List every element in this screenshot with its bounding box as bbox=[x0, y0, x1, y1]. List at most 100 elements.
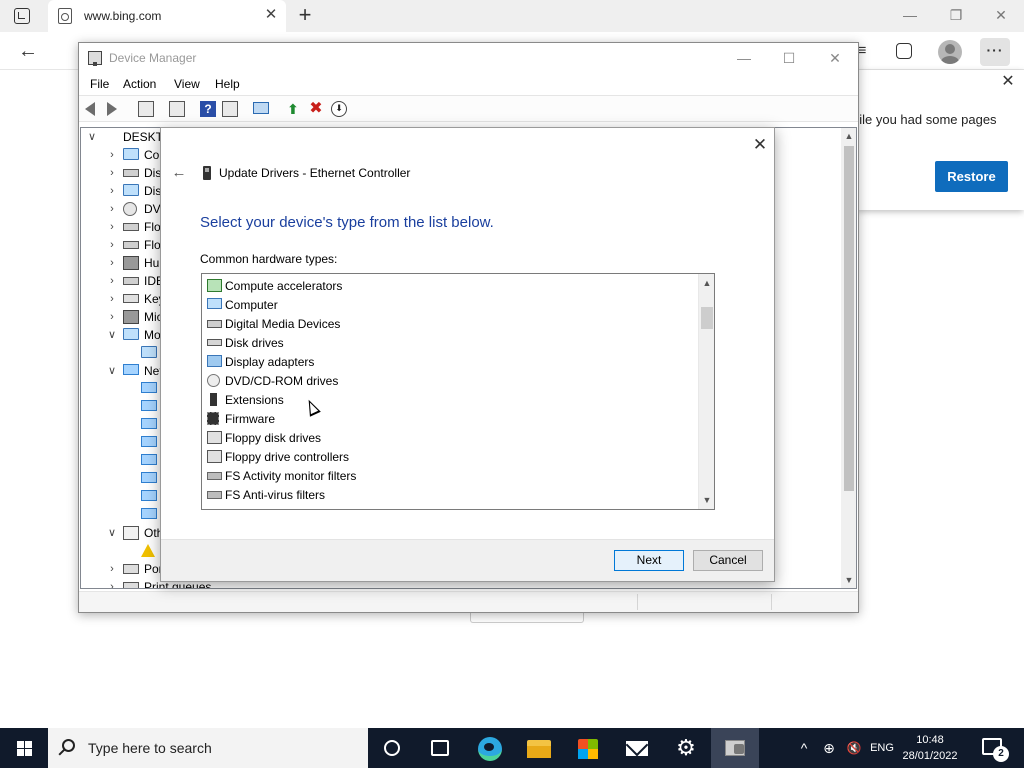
toolbar-scan-hardware-icon[interactable] bbox=[253, 102, 269, 114]
tree-row-label: Mo bbox=[144, 328, 161, 342]
tree-expanded-chevron-icon[interactable]: ∨ bbox=[105, 326, 119, 344]
tree-collapsed-chevron-icon[interactable]: › bbox=[105, 578, 119, 588]
tree-expanded-chevron-icon[interactable]: ∨ bbox=[105, 362, 119, 380]
menu-view[interactable]: View bbox=[174, 77, 200, 91]
volume-muted-icon[interactable]: 🔇 bbox=[843, 728, 865, 768]
tree-collapsed-chevron-icon[interactable]: › bbox=[105, 308, 119, 326]
dvd-icon bbox=[207, 374, 220, 387]
tray-overflow-chevron-icon[interactable]: ^ bbox=[794, 728, 814, 768]
tree-collapsed-chevron-icon[interactable]: › bbox=[105, 236, 119, 254]
hardware-list-scrollbar[interactable]: ▲ ▼ bbox=[698, 274, 714, 509]
hardware-type-item[interactable]: Floppy disk drives bbox=[202, 428, 696, 447]
tree-expanded-chevron-icon[interactable]: ∨ bbox=[105, 524, 119, 542]
tree-collapsed-chevron-icon[interactable]: › bbox=[105, 200, 119, 218]
browser-restore-button[interactable]: ❐ bbox=[944, 4, 968, 26]
tree-scroll-thumb[interactable] bbox=[844, 146, 854, 491]
browser-tab[interactable]: www.bing.com ✕ bbox=[48, 0, 286, 32]
toolbar-show-hide-tree-icon[interactable] bbox=[138, 101, 154, 117]
clock-time: 10:48 bbox=[916, 734, 944, 746]
profile-avatar[interactable] bbox=[938, 40, 962, 64]
toolbar-update-driver-icon[interactable]: ⬆ bbox=[285, 101, 301, 117]
tree-collapsed-chevron-icon[interactable]: › bbox=[105, 164, 119, 182]
menu-file[interactable]: File bbox=[90, 77, 109, 91]
taskbar-store[interactable] bbox=[564, 728, 612, 768]
hardware-type-item[interactable]: Floppy drive controllers bbox=[202, 447, 696, 466]
hardware-type-label: Display adapters bbox=[225, 355, 315, 369]
network-icon[interactable]: ⊕ bbox=[818, 728, 840, 768]
tree-collapsed-chevron-icon[interactable]: › bbox=[105, 146, 119, 164]
hw-scroll-down-icon[interactable]: ▼ bbox=[699, 492, 714, 508]
tree-collapsed-chevron-icon[interactable]: › bbox=[105, 218, 119, 236]
taskbar-mail[interactable] bbox=[613, 728, 661, 768]
hw-scroll-up-icon[interactable]: ▲ bbox=[699, 275, 714, 291]
tree-collapsed-chevron-icon[interactable]: › bbox=[105, 560, 119, 578]
settings-more-button[interactable]: ··· bbox=[980, 38, 1010, 66]
menu-help[interactable]: Help bbox=[215, 77, 240, 91]
hw-scroll-thumb[interactable] bbox=[701, 307, 713, 329]
hardware-type-label: Floppy drive controllers bbox=[225, 450, 350, 464]
tab-actions-icon[interactable] bbox=[14, 8, 30, 24]
browser-minimize-button[interactable]: — bbox=[898, 4, 922, 26]
tree-collapsed-chevron-icon[interactable]: › bbox=[105, 290, 119, 308]
new-tab-button[interactable]: + bbox=[294, 4, 316, 26]
device-manager-titlebar[interactable]: Device Manager — ☐ ✕ bbox=[79, 43, 858, 73]
clock-date: 28/01/2022 bbox=[902, 750, 958, 762]
taskbar-settings[interactable]: ⚙ bbox=[662, 728, 710, 768]
tree-collapsed-chevron-icon[interactable]: › bbox=[105, 272, 119, 290]
taskbar-file-explorer[interactable] bbox=[515, 728, 563, 768]
dm-close-button[interactable]: ✕ bbox=[823, 47, 847, 69]
hardware-type-item[interactable]: Digital Media Devices bbox=[202, 314, 696, 333]
tree-scroll-down-icon[interactable]: ▼ bbox=[841, 572, 856, 588]
tree-scroll-up-icon[interactable]: ▲ bbox=[841, 128, 856, 144]
toolbar-action-pane-icon[interactable] bbox=[222, 101, 238, 117]
dialog-back-button[interactable]: ← bbox=[169, 163, 189, 183]
toolbar-uninstall-icon[interactable]: ✖ bbox=[308, 101, 324, 117]
hardware-type-item[interactable]: FS Anti-virus filters bbox=[202, 485, 696, 504]
hardware-type-item[interactable]: Extensions bbox=[202, 390, 696, 409]
hardware-type-item[interactable]: Disk drives bbox=[202, 333, 696, 352]
firmware-icon bbox=[207, 412, 219, 425]
dm-maximize-button[interactable]: ☐ bbox=[777, 47, 801, 69]
hardware-type-item[interactable]: Compute accelerators bbox=[202, 276, 696, 295]
hardware-type-item[interactable]: FS CFS... bbox=[202, 504, 696, 509]
collections-icon[interactable] bbox=[896, 43, 912, 59]
browser-close-button[interactable]: ✕ bbox=[989, 4, 1013, 26]
browser-back-button[interactable]: ← bbox=[16, 39, 40, 63]
hardware-types-list[interactable]: Compute accelerators Computer Digital Medi… bbox=[201, 273, 715, 510]
device-manager-statusbar bbox=[79, 591, 858, 612]
dm-minimize-button[interactable]: — bbox=[732, 47, 756, 69]
taskbar-task-view[interactable] bbox=[416, 728, 464, 768]
hardware-type-label: FS Anti-virus filters bbox=[225, 488, 326, 502]
tree-collapsed-chevron-icon[interactable]: › bbox=[105, 254, 119, 272]
toolbar-help-icon[interactable]: ? bbox=[200, 101, 216, 117]
toolbar-properties-icon[interactable] bbox=[169, 101, 185, 117]
next-button[interactable]: Next bbox=[614, 550, 684, 571]
hardware-type-item[interactable]: Firmware bbox=[202, 409, 696, 428]
file-explorer-icon bbox=[527, 740, 551, 758]
restore-button[interactable]: Restore bbox=[935, 161, 1008, 192]
dialog-close-button[interactable]: ✕ bbox=[749, 134, 771, 156]
tree-collapsed-chevron-icon[interactable]: › bbox=[105, 182, 119, 200]
tree-expand-chevron-icon[interactable]: ∨ bbox=[85, 128, 99, 146]
toolbar-forward-icon[interactable] bbox=[107, 102, 117, 116]
taskbar-clock[interactable]: 10:48 28/01/2022 bbox=[902, 732, 958, 764]
hardware-type-item[interactable]: Computer bbox=[202, 295, 696, 314]
cancel-button[interactable]: Cancel bbox=[693, 550, 763, 571]
taskbar-device-manager[interactable] bbox=[711, 728, 759, 768]
toolbar-disable-icon[interactable]: ⬇ bbox=[331, 101, 347, 117]
start-button[interactable] bbox=[0, 728, 48, 768]
taskbar-search-box[interactable]: Type here to search bbox=[48, 728, 368, 768]
bing-search-box[interactable] bbox=[470, 612, 584, 623]
taskbar-cortana[interactable] bbox=[368, 728, 416, 768]
device-tree-scrollbar[interactable]: ▲ ▼ bbox=[841, 128, 856, 588]
restore-popup-close-icon[interactable]: ✕ bbox=[998, 72, 1018, 92]
taskbar-edge[interactable] bbox=[466, 728, 514, 768]
hardware-type-item[interactable]: DVD/CD-ROM drives bbox=[202, 371, 696, 390]
menu-action[interactable]: Action bbox=[123, 77, 156, 91]
toolbar-back-icon[interactable] bbox=[85, 102, 95, 116]
hardware-type-item[interactable]: Display adapters bbox=[202, 352, 696, 371]
language-indicator[interactable]: ENG bbox=[866, 728, 898, 768]
tab-close-icon[interactable]: ✕ bbox=[262, 6, 280, 24]
cortana-icon bbox=[384, 740, 400, 756]
hardware-type-item[interactable]: FS Activity monitor filters bbox=[202, 466, 696, 485]
